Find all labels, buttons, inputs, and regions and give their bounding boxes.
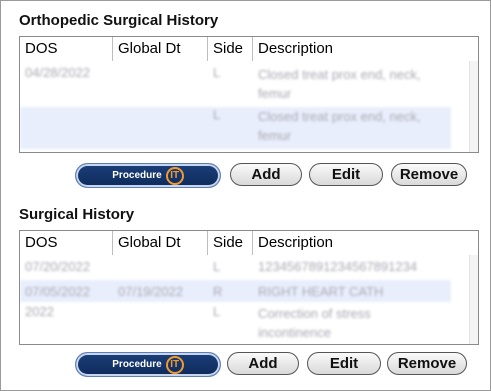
procedure-logo-icon: IT <box>165 166 184 185</box>
add-button[interactable]: Add <box>227 352 299 375</box>
surgical-history-panel: Orthopedic Surgical History DOS Global D… <box>0 0 491 391</box>
column-header-dos[interactable]: DOS <box>20 231 113 255</box>
ortho-history-grid[interactable]: DOS Global Dt Side Description 04/28/202… <box>19 36 479 153</box>
global-date-cell <box>113 107 208 149</box>
ortho-grid-header: DOS Global Dt Side Description <box>20 37 473 61</box>
surgical-section-title: Surgical History <box>19 206 135 223</box>
description-cell: Closed treat prox end, neck, femur <box>258 67 421 101</box>
global-date-cell: 07/19/2022 <box>118 283 184 299</box>
column-header-description[interactable]: Description <box>253 231 473 255</box>
dos-cell: 07/20/2022 <box>25 259 91 274</box>
dos-cell: 07/05/2022 <box>25 283 91 299</box>
column-header-side[interactable]: Side <box>208 37 253 61</box>
description-cell: Correction of stress incontinence <box>258 306 371 340</box>
ortho-section-title: Orthopedic Surgical History <box>19 12 219 29</box>
dos-cell: 2022 <box>25 304 54 319</box>
vertical-scrollbar[interactable] <box>469 61 478 152</box>
procedure-button[interactable]: Procedure IT <box>75 352 221 377</box>
global-date-cell <box>113 304 208 344</box>
edit-button[interactable]: Edit <box>307 352 381 375</box>
remove-button[interactable]: Remove <box>387 352 467 375</box>
side-cell: R <box>213 283 223 299</box>
ortho-button-row: Procedure IT Add Edit Remove <box>75 163 475 189</box>
table-row[interactable]: 07/20/2022 L 1234567891234567891234 <box>20 259 443 279</box>
edit-button[interactable]: Edit <box>309 163 383 186</box>
side-cell: L <box>213 259 221 274</box>
dos-cell <box>20 107 113 149</box>
surgical-history-grid[interactable]: DOS Global Dt Side Description 07/20/202… <box>19 230 479 345</box>
table-row-selected[interactable]: L Closed treat prox end, neck, femur <box>20 107 451 149</box>
procedure-label: Procedure <box>112 359 162 370</box>
side-cell: L <box>213 107 221 122</box>
surgical-grid-header: DOS Global Dt Side Description <box>20 231 473 255</box>
side-cell: L <box>213 304 221 319</box>
vertical-scrollbar[interactable] <box>469 255 478 344</box>
dos-cell: 04/28/2022 <box>25 65 91 80</box>
add-button[interactable]: Add <box>230 163 302 186</box>
column-header-side[interactable]: Side <box>208 231 253 255</box>
global-date-cell <box>113 65 208 105</box>
column-header-description[interactable]: Description <box>253 37 473 61</box>
description-cell: 1234567891234567891234 <box>258 259 418 274</box>
column-header-global-dt[interactable]: Global Dt <box>113 37 208 61</box>
side-cell: L <box>213 65 221 80</box>
procedure-label: Procedure <box>112 170 162 181</box>
surgical-button-row: Procedure IT Add Edit Remove <box>75 352 475 378</box>
table-row[interactable]: 04/28/2022 L Closed treat prox end, neck… <box>20 65 438 105</box>
procedure-button[interactable]: Procedure IT <box>75 163 221 188</box>
column-header-dos[interactable]: DOS <box>20 37 113 61</box>
description-cell: Closed treat prox end, neck, femur <box>258 109 421 143</box>
column-header-global-dt[interactable]: Global Dt <box>113 231 208 255</box>
table-row-selected[interactable]: 07/05/2022 07/19/2022 R RIGHT HEART CATH <box>20 280 451 302</box>
procedure-logo-icon: IT <box>165 355 184 374</box>
description-cell: RIGHT HEART CATH <box>258 283 384 299</box>
remove-button[interactable]: Remove <box>391 163 467 186</box>
global-date-cell <box>113 259 208 279</box>
table-row[interactable]: 2022 L Correction of stress incontinence <box>20 304 438 344</box>
